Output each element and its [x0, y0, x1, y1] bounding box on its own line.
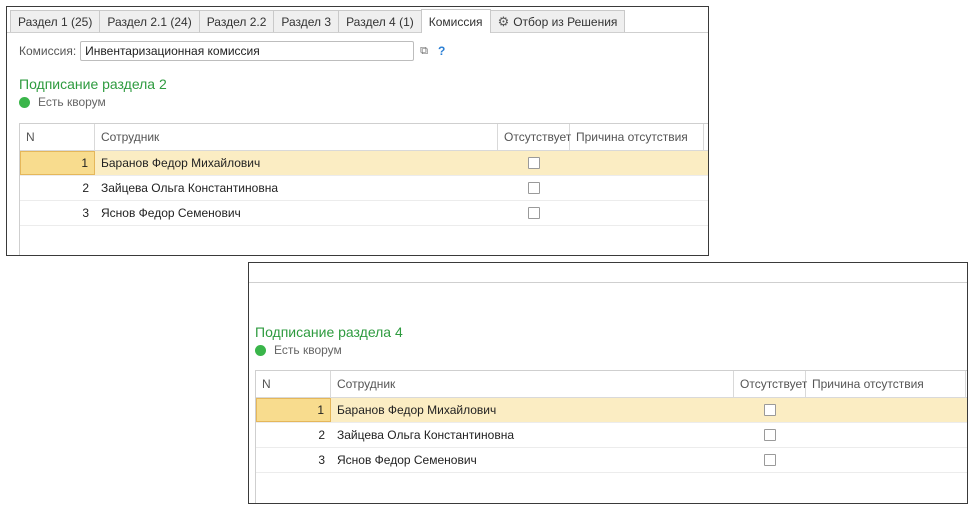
table-header: N Сотрудник Отсутствует Причина отсутств…: [20, 124, 708, 151]
commission-field-row: Комиссия: Инвентаризационная комиссия ⧉ …: [19, 41, 445, 61]
tab-bar: Раздел 1 (25) Раздел 2.1 (24) Раздел 2.2…: [7, 7, 708, 33]
column-header-absent[interactable]: Отсутствует: [734, 371, 807, 397]
divider: [249, 282, 967, 283]
reason-cell[interactable]: [570, 201, 704, 225]
row-number: 2: [318, 428, 325, 442]
absent-checkbox[interactable]: [528, 157, 540, 169]
absent-checkbox[interactable]: [528, 207, 540, 219]
column-header-employee[interactable]: Сотрудник: [331, 371, 734, 397]
section-4-title: Подписание раздела 4: [255, 324, 403, 340]
column-header-reason[interactable]: Причина отсутствия: [806, 371, 966, 397]
reason-cell[interactable]: [570, 176, 704, 200]
status-dot-icon: [19, 96, 30, 108]
table-row[interactable]: 1 Баранов Федор Михайлович: [256, 398, 967, 423]
table-header: N Сотрудник Отсутствует Причина отсутств…: [256, 371, 967, 398]
column-header-n[interactable]: N: [256, 371, 331, 397]
column-header-reason[interactable]: Причина отсутствия: [570, 124, 704, 150]
row-number: 2: [82, 181, 89, 195]
column-header-absent[interactable]: Отсутствует: [498, 124, 571, 150]
row-number: 1: [256, 398, 331, 422]
absent-cell: [734, 398, 806, 422]
employee-name: Яснов Федор Семенович: [337, 453, 477, 467]
absent-cell: [498, 176, 570, 200]
row-number: 1: [20, 151, 95, 175]
tab-section-2-1[interactable]: Раздел 2.1 (24): [99, 10, 200, 32]
table-row[interactable]: 3 Яснов Федор Семенович: [256, 448, 967, 473]
absent-checkbox[interactable]: [764, 404, 776, 416]
absent-cell: [498, 151, 570, 175]
table-row[interactable]: 3 Яснов Федор Семенович: [20, 201, 708, 226]
tab-commission[interactable]: Комиссия: [420, 9, 491, 33]
tab-label: Раздел 3: [281, 14, 332, 29]
gear-icon: ⚙: [497, 14, 510, 29]
absent-cell: [734, 448, 806, 472]
section-2-table: N Сотрудник Отсутствует Причина отсутств…: [19, 123, 708, 255]
section-2-title: Подписание раздела 2: [19, 76, 167, 92]
open-form-icon[interactable]: ⧉: [420, 45, 428, 58]
reason-cell[interactable]: [570, 151, 704, 175]
table-row[interactable]: 1 Баранов Федор Михайлович: [20, 151, 708, 176]
table-row[interactable]: 2 Зайцева Ольга Константиновна: [20, 176, 708, 201]
help-icon[interactable]: ?: [438, 44, 445, 58]
section-2-quorum: Есть кворум: [19, 95, 106, 109]
commission-value: Инвентаризационная комиссия: [85, 44, 260, 58]
absent-checkbox[interactable]: [764, 429, 776, 441]
reason-cell[interactable]: [806, 398, 966, 422]
tab-label: Раздел 1 (25): [18, 14, 93, 29]
tab-filter-from-decision[interactable]: ⚙ Отбор из Решения: [489, 10, 626, 32]
status-dot-icon: [255, 344, 266, 356]
section-4-quorum: Есть кворум: [255, 343, 342, 357]
absent-cell: [734, 423, 806, 447]
commission-input[interactable]: Инвентаризационная комиссия: [80, 41, 415, 61]
table-row[interactable]: 2 Зайцева Ольга Константиновна: [256, 423, 967, 448]
column-header-employee[interactable]: Сотрудник: [95, 124, 498, 150]
quorum-label: Есть кворум: [38, 95, 106, 109]
tab-section-3[interactable]: Раздел 3: [273, 10, 340, 32]
quorum-label: Есть кворум: [274, 343, 342, 357]
employee-name: Баранов Федор Михайлович: [101, 156, 261, 170]
tab-label: Раздел 4 (1): [346, 14, 414, 29]
employee-name: Яснов Федор Семенович: [101, 206, 241, 220]
row-number: 3: [318, 453, 325, 467]
absent-checkbox[interactable]: [528, 182, 540, 194]
row-number: 3: [82, 206, 89, 220]
tab-section-2-2[interactable]: Раздел 2.2: [198, 10, 275, 32]
tab-label: Раздел 2.1 (24): [107, 14, 192, 29]
tab-label: Раздел 2.2: [206, 14, 267, 29]
commission-panel-top: Раздел 1 (25) Раздел 2.1 (24) Раздел 2.2…: [6, 6, 709, 256]
tab-section-1[interactable]: Раздел 1 (25): [10, 10, 101, 32]
reason-cell[interactable]: [806, 448, 966, 472]
absent-cell: [498, 201, 570, 225]
tab-section-4[interactable]: Раздел 4 (1): [338, 10, 422, 32]
employee-name: Зайцева Ольга Константиновна: [337, 428, 514, 442]
commission-label: Комиссия:: [19, 44, 77, 58]
employee-name: Баранов Федор Михайлович: [337, 403, 497, 417]
section-4-table: N Сотрудник Отсутствует Причина отсутств…: [255, 370, 967, 503]
reason-cell[interactable]: [806, 423, 966, 447]
tab-label: Комиссия: [428, 14, 483, 29]
absent-checkbox[interactable]: [764, 454, 776, 466]
commission-panel-bottom: Подписание раздела 4 Есть кворум N Сотру…: [248, 262, 968, 504]
employee-name: Зайцева Ольга Константиновна: [101, 181, 278, 195]
tab-label: Отбор из Решения: [513, 14, 618, 29]
column-header-n[interactable]: N: [20, 124, 95, 150]
